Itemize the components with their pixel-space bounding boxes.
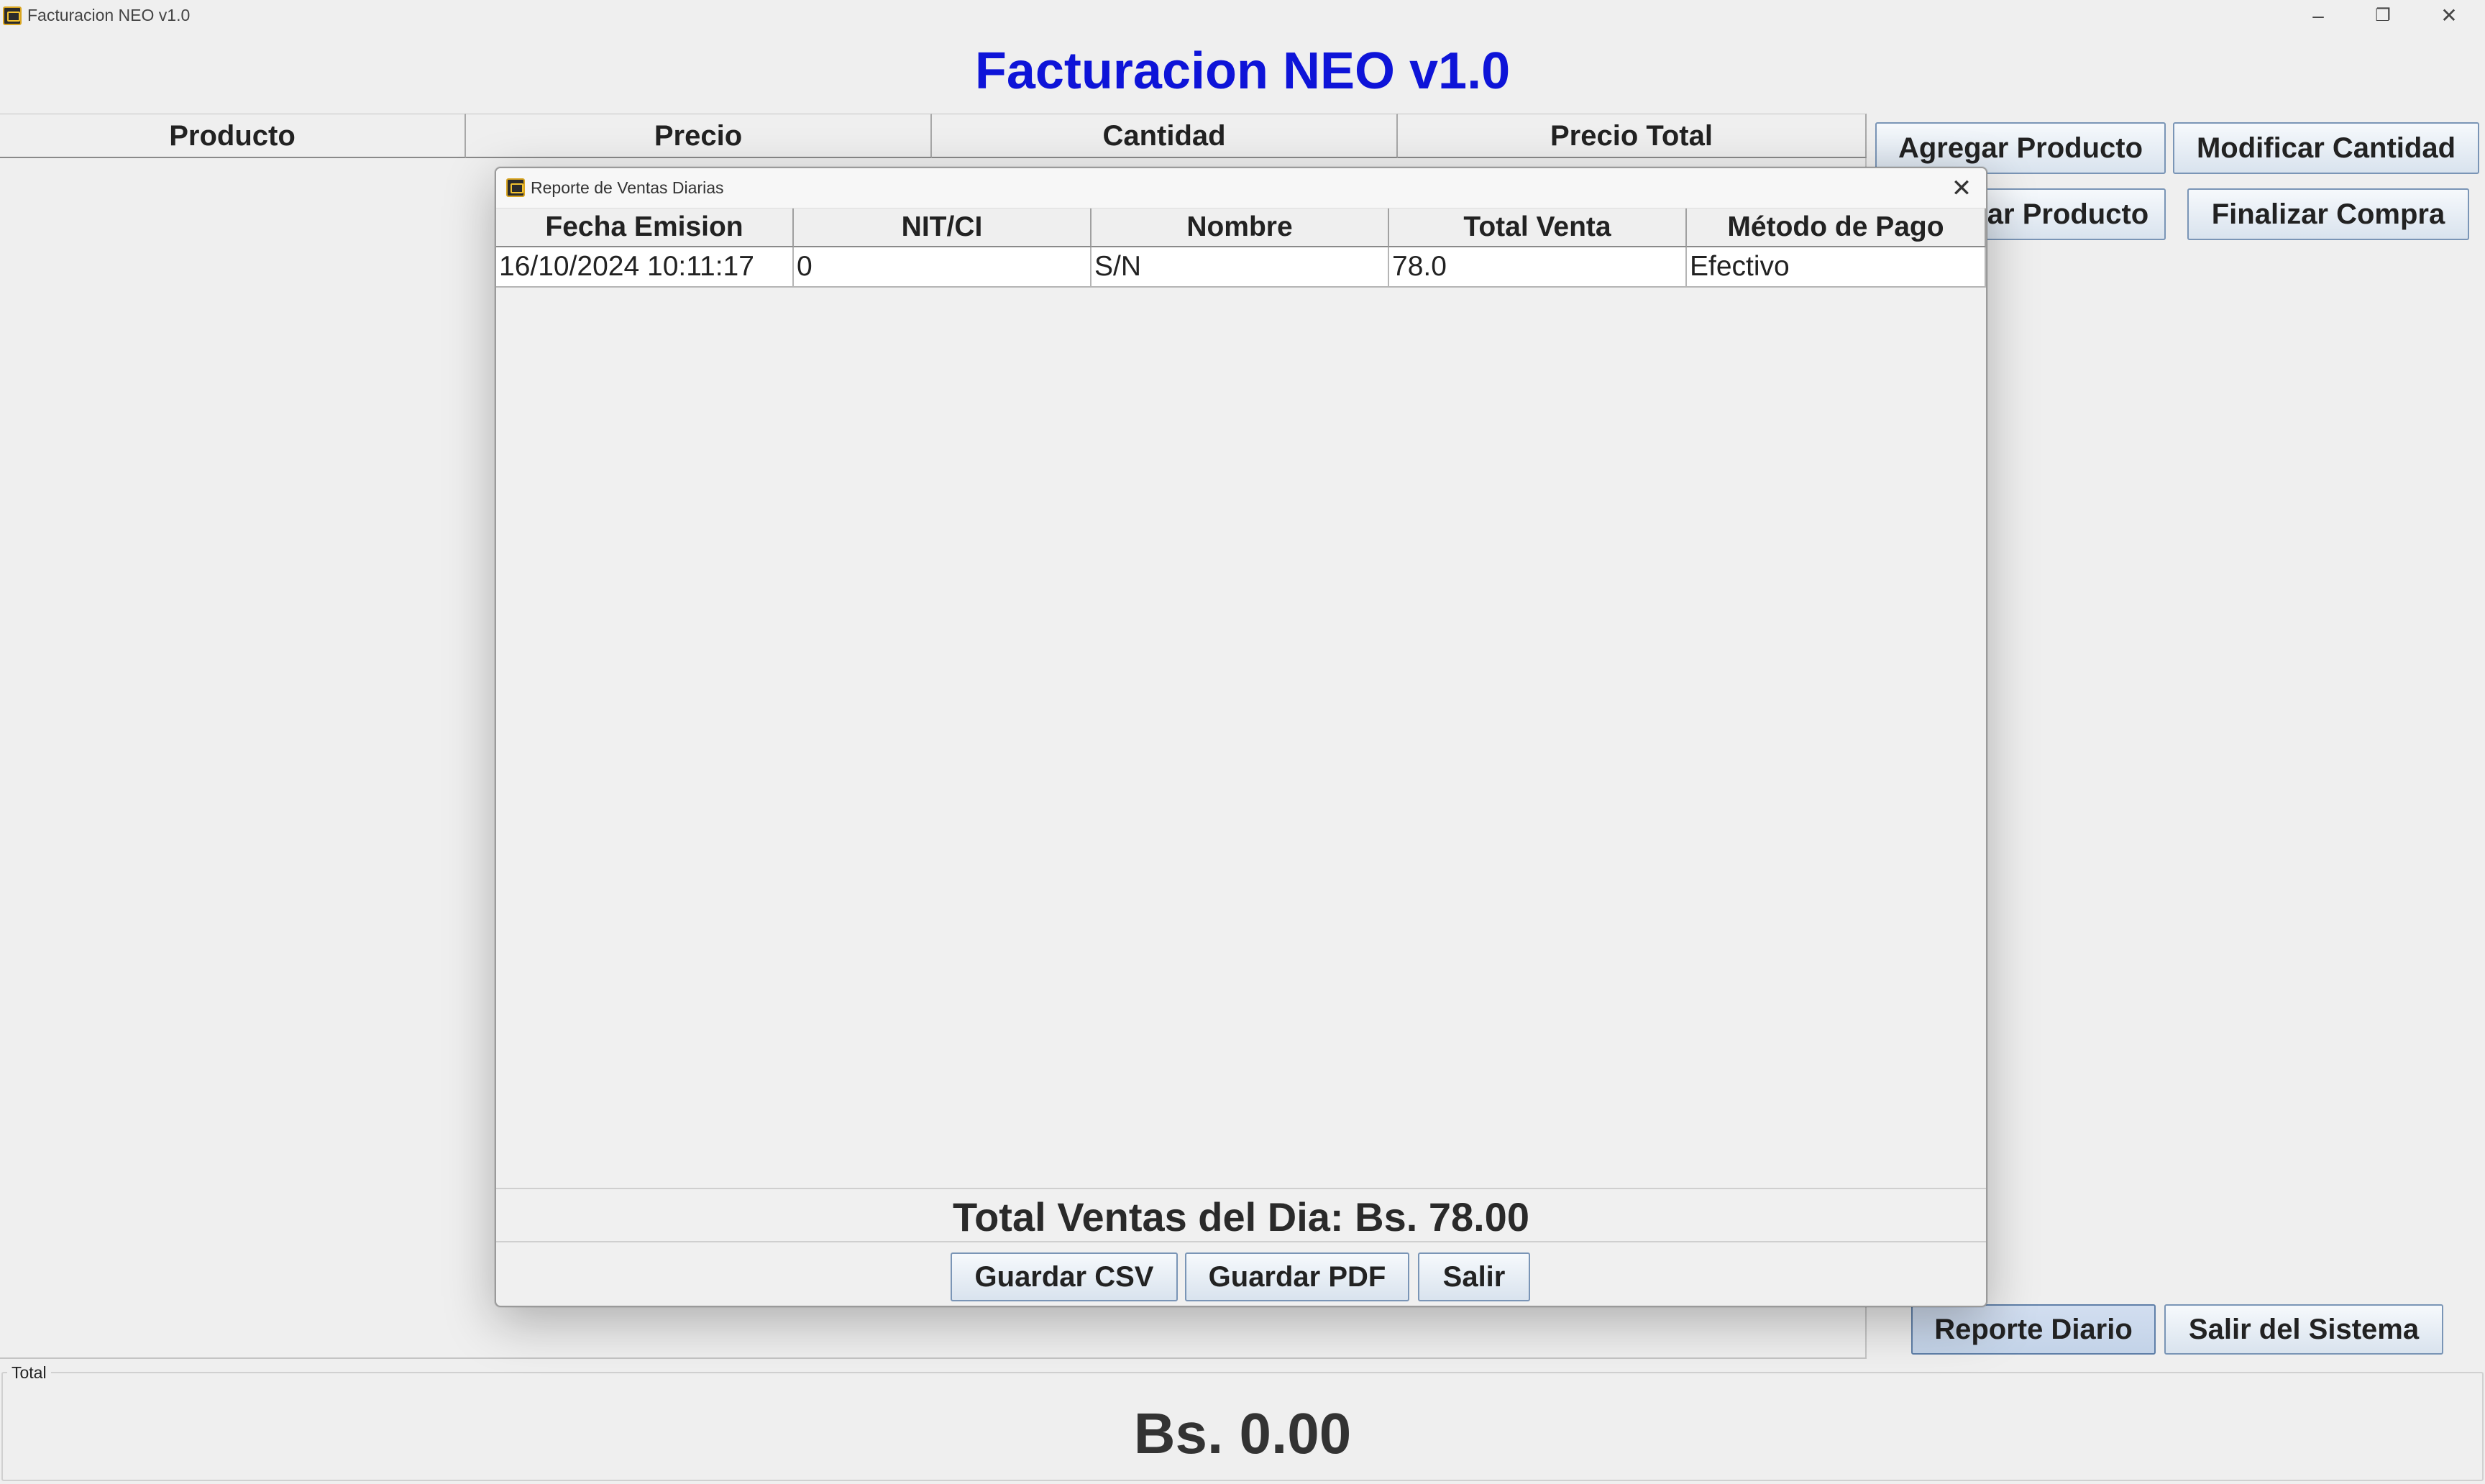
column-header-precio[interactable]: Precio (466, 114, 932, 158)
column-header-total-venta[interactable]: Total Venta (1389, 209, 1687, 247)
app-icon (506, 178, 525, 197)
total-ventas-label: Total Ventas del Dia: Bs. 78.00 (953, 1194, 1529, 1240)
finalizar-compra-button[interactable]: Finalizar Compra (2187, 188, 2469, 240)
window-title: Facturacion NEO v1.0 (27, 6, 191, 24)
reporte-diario-button[interactable]: Reporte Diario (1911, 1304, 2156, 1355)
column-header-fecha-emision[interactable]: Fecha Emision (496, 209, 794, 247)
modificar-cantidad-button[interactable]: Modificar Cantidad (2173, 122, 2479, 174)
divider (496, 1188, 1986, 1189)
dialog-title: Reporte de Ventas Diarias (531, 178, 724, 197)
ventas-table[interactable]: Fecha Emision NIT/CI Nombre Total Venta … (496, 209, 1986, 1306)
column-header-metodo-pago[interactable]: Método de Pago (1687, 209, 1986, 247)
app-icon (3, 6, 22, 25)
column-header-producto[interactable]: Producto (0, 114, 466, 158)
salir-del-sistema-button[interactable]: Salir del Sistema (2164, 1304, 2443, 1355)
column-header-nombre[interactable]: Nombre (1092, 209, 1389, 247)
window-titlebar: Facturacion NEO v1.0 – ❐ ✕ (0, 0, 2485, 32)
column-header-nit-ci[interactable]: NIT/CI (794, 209, 1092, 247)
minimize-icon[interactable]: – (2285, 0, 2351, 32)
cell-fecha-emision[interactable]: 16/10/2024 10:11:17 (496, 247, 794, 288)
divider (496, 1241, 1986, 1242)
cell-metodo-pago[interactable]: Efectivo (1687, 247, 1986, 288)
reporte-ventas-dialog: Reporte de Ventas Diarias ✕ Fecha Emisio… (495, 167, 1987, 1307)
total-value: Bs. 0.00 (1133, 1401, 1352, 1465)
cell-nombre[interactable]: S/N (1092, 247, 1389, 288)
salir-button[interactable]: Salir (1418, 1252, 1530, 1301)
total-legend: Total (7, 1363, 51, 1383)
guardar-csv-button[interactable]: Guardar CSV (951, 1252, 1178, 1301)
close-icon[interactable]: ✕ (2416, 0, 2482, 32)
guardar-pdf-button[interactable]: Guardar PDF (1185, 1252, 1409, 1301)
dialog-titlebar: Reporte de Ventas Diarias ✕ (496, 168, 1986, 209)
cell-nit-ci[interactable]: 0 (794, 247, 1092, 288)
restore-icon[interactable]: ❐ (2350, 0, 2416, 32)
column-header-precio-total[interactable]: Precio Total (1398, 114, 1867, 158)
column-header-cantidad[interactable]: Cantidad (932, 114, 1398, 158)
app-heading: Facturacion NEO v1.0 (974, 42, 1511, 100)
close-icon[interactable]: ✕ (1943, 170, 1980, 207)
cell-total-venta[interactable]: 78.0 (1389, 247, 1687, 288)
